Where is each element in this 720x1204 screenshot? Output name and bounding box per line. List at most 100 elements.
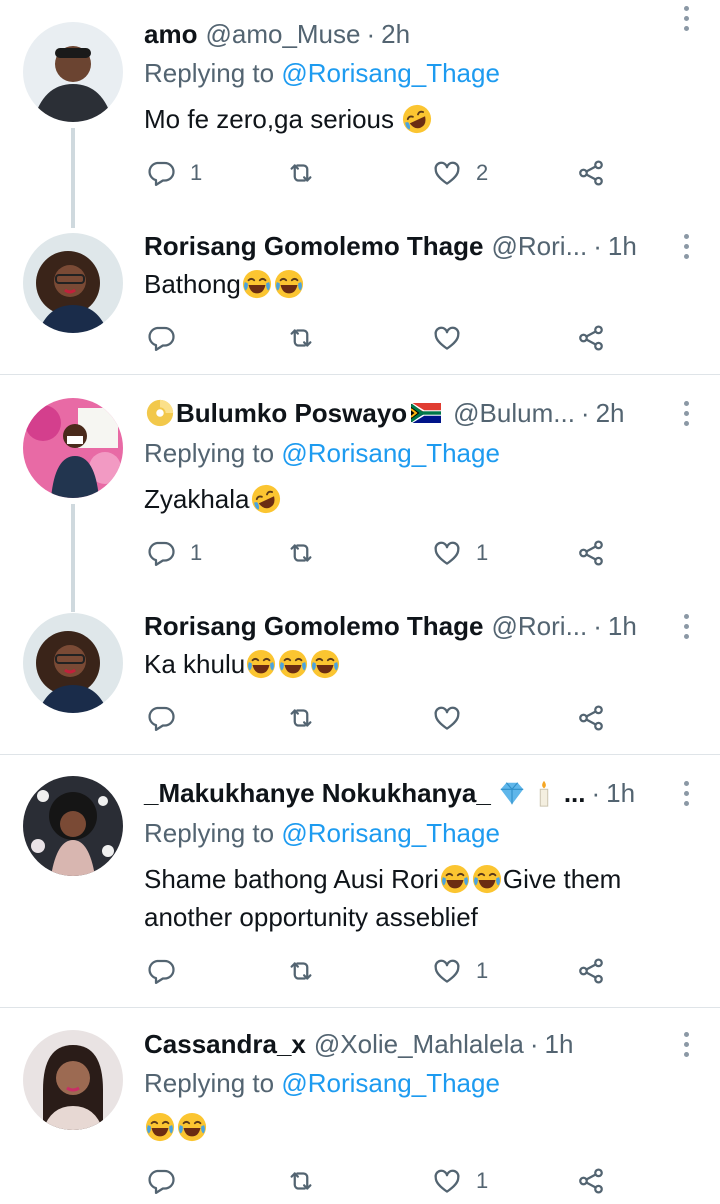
avatar[interactable] [23,233,123,333]
like-count: 1 [476,540,489,565]
reply-button[interactable] [146,321,176,355]
retweet-icon [286,158,316,188]
tweet-text: Mo fe zero,ga serious [144,100,684,138]
display-name[interactable]: Rorisang Gomolemo Thage [144,611,484,642]
reply-icon [146,323,176,353]
handle[interactable]: ... [564,778,586,809]
reply-count: 1 [190,540,203,565]
share-button[interactable] [576,156,606,190]
timestamp[interactable]: 1h [608,231,637,262]
replying-label: Replying to [144,818,282,848]
heart-icon [432,323,462,353]
rofl-emoji [251,484,281,514]
replying-to: Replying to @Rorisang_Thage [144,818,500,849]
reply-button[interactable] [146,954,176,988]
tweet[interactable]: Cassandra_x @Xolie_Mahlalela · 1h Replyi… [0,1012,720,1204]
reply-icon [146,1166,176,1196]
more-options-icon[interactable] [684,1032,690,1058]
timestamp[interactable]: 2h [596,398,625,429]
tweet[interactable]: Rorisang Gomolemo Thage @Rori... · 1h Ba… [0,215,720,375]
display-name[interactable]: Rorisang Gomolemo Thage [144,231,484,262]
mention-link[interactable]: @Rorisang_Thage [281,438,500,468]
share-icon [576,703,606,733]
mention-link[interactable]: @Rorisang_Thage [281,1068,500,1098]
candle-emoji [539,780,549,807]
heart-icon [432,703,462,733]
share-button[interactable] [576,536,606,570]
handle[interactable]: @Bulum... [453,398,575,429]
reply-button[interactable] [146,1164,176,1198]
tweet[interactable]: _Makukhanye Nokukhanya_ ... · 1h Replyin… [0,760,720,1005]
display-name[interactable]: amo [144,19,197,50]
share-button[interactable] [576,954,606,988]
avatar[interactable] [23,22,123,122]
timestamp[interactable]: 1h [545,1029,574,1060]
like-button[interactable] [432,321,462,355]
tweet-text-content: Zyakhala [144,484,250,514]
tweet-text: Ka khulu [144,645,684,683]
reply-button[interactable]: 1 [146,156,202,190]
timestamp[interactable]: 1h [608,611,637,642]
retweet-button[interactable] [286,954,316,988]
timestamp[interactable]: 1h [606,778,635,809]
retweet-button[interactable] [286,321,316,355]
rofl-emoji [402,104,432,134]
retweet-button[interactable] [286,701,316,735]
retweet-button[interactable] [286,1164,316,1198]
share-button[interactable] [576,701,606,735]
dvd-emoji [146,399,174,427]
like-button[interactable]: 2 [432,156,488,190]
joy-emoji [177,1112,207,1142]
mention-link[interactable]: @Rorisang_Thage [281,818,500,848]
like-button[interactable]: 1 [432,954,488,988]
retweet-icon [286,323,316,353]
more-options-icon[interactable] [684,234,690,260]
replying-to: Replying to @Rorisang_Thage [144,438,500,469]
handle[interactable]: @Rori... [492,611,588,642]
handle[interactable]: @Xolie_Mahlalela [314,1029,524,1060]
more-options-icon[interactable] [684,6,690,32]
replying-label: Replying to [144,438,282,468]
retweet-button[interactable] [286,536,316,570]
separator-dot: · [366,18,376,49]
mention-link[interactable]: @Rorisang_Thage [281,58,500,88]
retweet-icon [286,703,316,733]
avatar[interactable] [23,776,123,876]
joy-emoji [274,269,304,299]
avatar[interactable] [23,398,123,498]
avatar[interactable] [23,1030,123,1130]
heart-icon [432,158,462,188]
like-button[interactable] [432,701,462,735]
joy-emoji [246,649,276,679]
reply-button[interactable] [146,701,176,735]
heart-icon [432,956,462,986]
replying-label: Replying to [144,1068,282,1098]
more-options-icon[interactable] [684,781,690,807]
tweet[interactable]: Rorisang Gomolemo Thage @Rori... · 1h Ka… [0,595,720,755]
timestamp[interactable]: 2h [381,19,410,50]
share-icon [576,323,606,353]
joy-emoji [145,1112,175,1142]
avatar[interactable] [23,613,123,713]
like-button[interactable]: 1 [432,1164,488,1198]
like-button[interactable]: 1 [432,536,488,570]
share-button[interactable] [576,1164,606,1198]
retweet-icon [286,538,316,568]
tweet-text: Zyakhala [144,480,684,518]
reply-count: 1 [190,160,203,185]
handle[interactable]: @Rori... [492,231,588,262]
tweet[interactable]: amo @amo_Muse · 2h Replying to @Rorisang… [0,0,720,228]
more-options-icon[interactable] [684,401,690,427]
reply-button[interactable]: 1 [146,536,202,570]
display-name[interactable]: Cassandra_x [144,1029,306,1060]
more-options-icon[interactable] [684,614,690,640]
handle[interactable]: @amo_Muse [205,19,360,50]
retweet-button[interactable] [286,156,316,190]
reply-icon [146,703,176,733]
display-name[interactable]: _Makukhanye Nokukhanya_ [144,778,491,809]
share-button[interactable] [576,321,606,355]
replying-to: Replying to @Rorisang_Thage [144,1068,500,1099]
south-africa-flag [411,403,442,423]
tweet[interactable]: Bulumko Poswayo @Bulum... · 2h Replying … [0,380,720,612]
display-name[interactable]: Bulumko Poswayo [176,398,407,429]
